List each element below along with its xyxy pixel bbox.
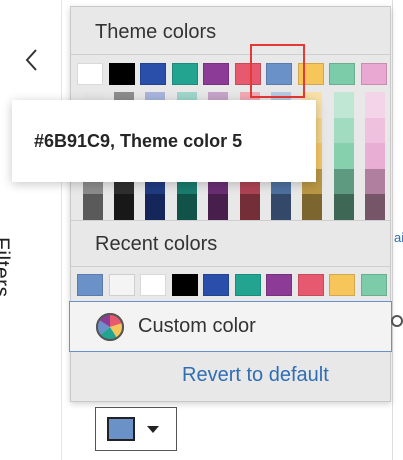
theme-color-swatch[interactable]	[171, 63, 198, 85]
shade-swatch[interactable]	[114, 194, 134, 220]
shade-swatch[interactable]	[334, 168, 354, 195]
recent-color-swatch[interactable]	[297, 274, 324, 296]
recent-colors-grid	[77, 274, 387, 296]
shade-column	[365, 92, 385, 220]
shade-swatch[interactable]	[365, 117, 385, 144]
recent-color-swatch[interactable]	[108, 274, 135, 296]
theme-color-swatch[interactable]	[203, 63, 229, 85]
theme-colors-title: Theme colors	[95, 21, 217, 43]
current-color-swatch	[107, 417, 135, 441]
shade-swatch[interactable]	[365, 92, 385, 118]
shade-swatch[interactable]	[271, 194, 291, 220]
revert-to-default-link[interactable]: Revert to default	[182, 364, 329, 387]
filters-label[interactable]: Filters	[0, 237, 13, 298]
recent-color-swatch[interactable]	[234, 274, 261, 296]
shade-swatch[interactable]	[334, 143, 354, 169]
caret-down-icon	[147, 425, 159, 433]
theme-color-swatch[interactable]	[108, 63, 135, 85]
recent-color-swatch[interactable]	[77, 274, 103, 296]
recent-color-swatch[interactable]	[203, 274, 229, 296]
divider	[71, 220, 390, 221]
recent-color-swatch[interactable]	[329, 274, 355, 296]
recent-color-swatch[interactable]	[171, 274, 198, 296]
shade-swatch[interactable]	[83, 194, 103, 220]
recent-color-swatch[interactable]	[266, 274, 292, 296]
color-tooltip: #6B91C9, Theme color 5	[12, 100, 316, 182]
shade-swatch[interactable]	[334, 92, 354, 118]
shade-swatch[interactable]	[145, 194, 165, 220]
shade-swatch[interactable]	[334, 117, 354, 144]
shade-swatch[interactable]	[208, 194, 228, 220]
shade-swatch[interactable]	[365, 143, 385, 169]
shade-swatch[interactable]	[302, 194, 322, 220]
shade-swatch[interactable]	[177, 194, 197, 220]
tooltip-text: #6B91C9, Theme color 5	[34, 130, 243, 151]
recent-colors-title: Recent colors	[95, 233, 218, 255]
theme-color-swatch[interactable]	[77, 63, 103, 85]
recent-color-swatch[interactable]	[140, 274, 166, 296]
custom-color-button[interactable]: Custom color	[69, 301, 392, 352]
custom-color-label: Custom color	[138, 315, 256, 337]
theme-color-swatch[interactable]	[140, 63, 166, 85]
theme-color-swatch[interactable]	[266, 63, 292, 85]
shade-column	[334, 92, 354, 220]
color-dropper-handle[interactable]	[391, 315, 403, 327]
divider	[71, 266, 390, 267]
shade-swatch[interactable]	[240, 194, 260, 220]
shade-swatch[interactable]	[334, 194, 354, 220]
theme-color-swatch[interactable]	[360, 63, 387, 85]
recent-color-swatch[interactable]	[360, 274, 387, 296]
theme-color-swatch[interactable]	[234, 63, 261, 85]
filters-pane: Filters	[0, 0, 62, 460]
color-wheel-icon	[96, 312, 124, 341]
theme-color-swatch[interactable]	[329, 63, 355, 85]
theme-color-swatch[interactable]	[297, 63, 324, 85]
chevron-left-icon[interactable]	[22, 46, 42, 74]
background-partial-text: ai	[394, 230, 403, 245]
divider	[71, 54, 390, 55]
theme-colors-grid	[77, 63, 387, 85]
shade-swatch[interactable]	[365, 194, 385, 220]
font-color-dropdown[interactable]	[95, 407, 177, 451]
shade-swatch[interactable]	[365, 168, 385, 195]
